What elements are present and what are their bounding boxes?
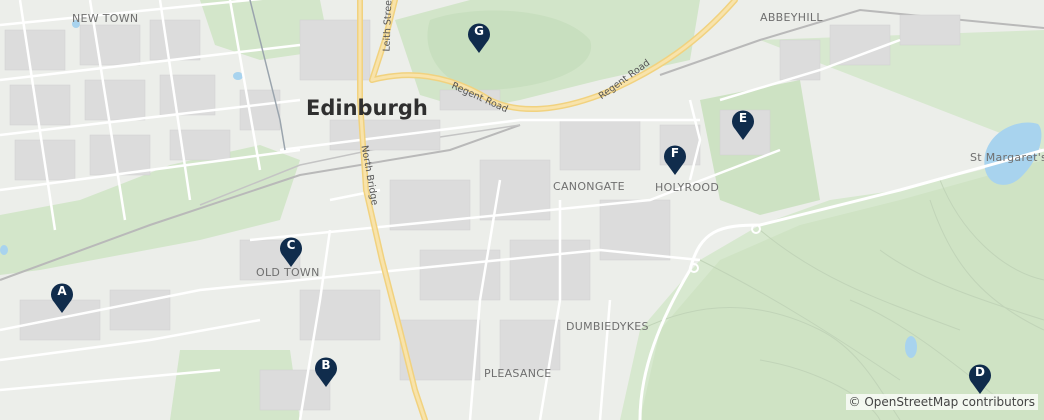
road-label-leith-street: Leith Street: [381, 0, 395, 52]
map-marker-a[interactable]: A: [49, 280, 75, 314]
map-base-layer: [0, 0, 1044, 420]
map-marker-f[interactable]: F: [662, 142, 688, 176]
area-label-st-margarets: St Margaret's Lo: [970, 151, 1044, 164]
area-label-new-town: NEW TOWN: [72, 12, 139, 25]
city-label: Edinburgh: [306, 96, 428, 120]
marker-letter: F: [670, 146, 680, 160]
marker-letter: D: [975, 365, 985, 379]
map-marker-d[interactable]: D: [967, 361, 993, 395]
marker-letter: B: [321, 358, 331, 372]
map-marker-g[interactable]: G: [466, 20, 492, 54]
map-marker-e[interactable]: E: [730, 107, 756, 141]
area-label-pleasance: PLEASANCE: [484, 367, 552, 380]
marker-letter: E: [738, 111, 748, 125]
map-attribution[interactable]: © OpenStreetMap contributors: [845, 394, 1038, 410]
area-label-canongate: CANONGATE: [553, 180, 625, 193]
map-canvas[interactable]: Edinburgh NEW TOWN ABBEYHILL CANONGATE H…: [0, 0, 1044, 420]
marker-letter: C: [286, 238, 296, 252]
map-marker-c[interactable]: C: [278, 234, 304, 268]
map-marker-b[interactable]: B: [313, 354, 339, 388]
marker-letter: G: [474, 24, 484, 38]
area-label-dumbiedykes: DUMBIEDYKES: [566, 320, 649, 333]
marker-letter: A: [57, 284, 67, 298]
area-label-holyrood: HOLYROOD: [655, 181, 720, 194]
area-label-abbeyhill: ABBEYHILL: [760, 11, 823, 24]
